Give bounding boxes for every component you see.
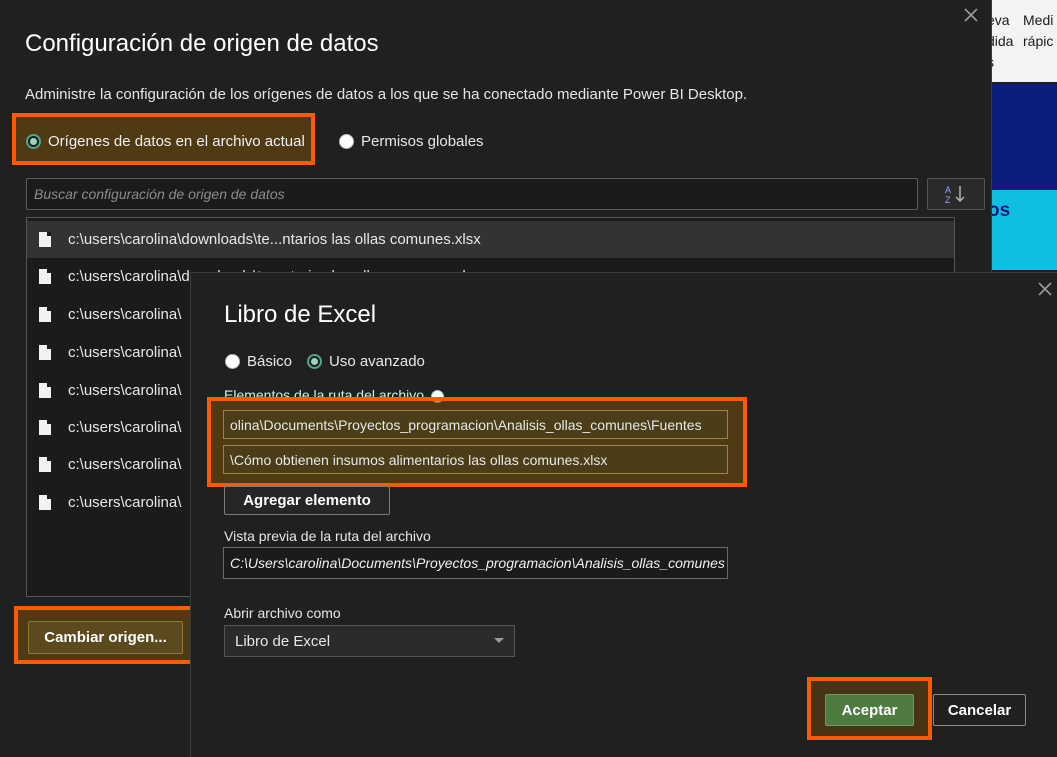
sort-button[interactable]: A Z [927, 178, 985, 210]
path-part-input-2[interactable]: \Cómo obtienen insumos alimentarios las … [223, 445, 728, 474]
ribbon-quick-measure-button[interactable]: Medi rápic [1023, 10, 1053, 52]
list-item[interactable]: c:\users\carolina\downloads\te...ntarios… [27, 221, 954, 258]
accept-button[interactable]: Aceptar [825, 694, 914, 726]
open-as-label: Abrir archivo como [224, 605, 341, 621]
radio-button[interactable] [307, 354, 322, 369]
radio-label: Orígenes de datos en el archivo actual [48, 133, 305, 150]
file-icon [39, 232, 51, 247]
cancel-button[interactable]: Cancelar [933, 694, 1026, 726]
search-field[interactable] [27, 179, 917, 209]
radio-button[interactable] [339, 134, 354, 149]
search-input[interactable] [26, 178, 918, 210]
file-icon [39, 307, 51, 322]
excel-dialog-title: Libro de Excel [224, 301, 377, 328]
preview-label: Vista previa de la ruta del archivo [224, 528, 431, 544]
close-icon[interactable] [1034, 279, 1056, 301]
file-icon [39, 269, 51, 284]
svg-text:A: A [945, 185, 951, 195]
svg-text:Z: Z [945, 195, 951, 205]
path-part-input-1[interactable]: olina\Documents\Proyectos_programacion\A… [223, 410, 728, 439]
radio-label: Básico [247, 353, 293, 370]
path-preview-field: C:\Users\carolina\Documents\Proyectos_pr… [223, 547, 728, 579]
file-icon [39, 420, 51, 435]
file-icon [39, 457, 51, 472]
file-icon [39, 345, 51, 360]
sort-az-icon: A Z [945, 185, 965, 205]
radio-button[interactable] [26, 134, 41, 149]
add-element-button[interactable]: Agregar elemento [224, 486, 390, 515]
change-source-button[interactable]: Cambiar origen... [28, 621, 183, 654]
radio-label: Uso avanzado [329, 353, 425, 370]
radio-current-file[interactable]: Orígenes de datos en el archivo actual [26, 133, 305, 150]
close-icon[interactable] [960, 5, 982, 27]
radio-label: Permisos globales [361, 133, 484, 150]
radio-button[interactable] [225, 354, 240, 369]
dialog-description: Administre la configuración de los oríge… [25, 86, 748, 103]
file-icon [39, 383, 51, 398]
radio-basic[interactable]: Básico [225, 353, 292, 370]
open-as-select[interactable]: Libro de Excel [224, 625, 515, 657]
radio-advanced[interactable]: Uso avanzado [307, 353, 425, 370]
chevron-down-icon [494, 638, 504, 643]
file-icon [39, 495, 51, 510]
report-canvas-visual [992, 84, 1057, 190]
dialog-title: Configuración de origen de datos [25, 30, 379, 57]
radio-global-permissions[interactable]: Permisos globales [339, 133, 484, 150]
